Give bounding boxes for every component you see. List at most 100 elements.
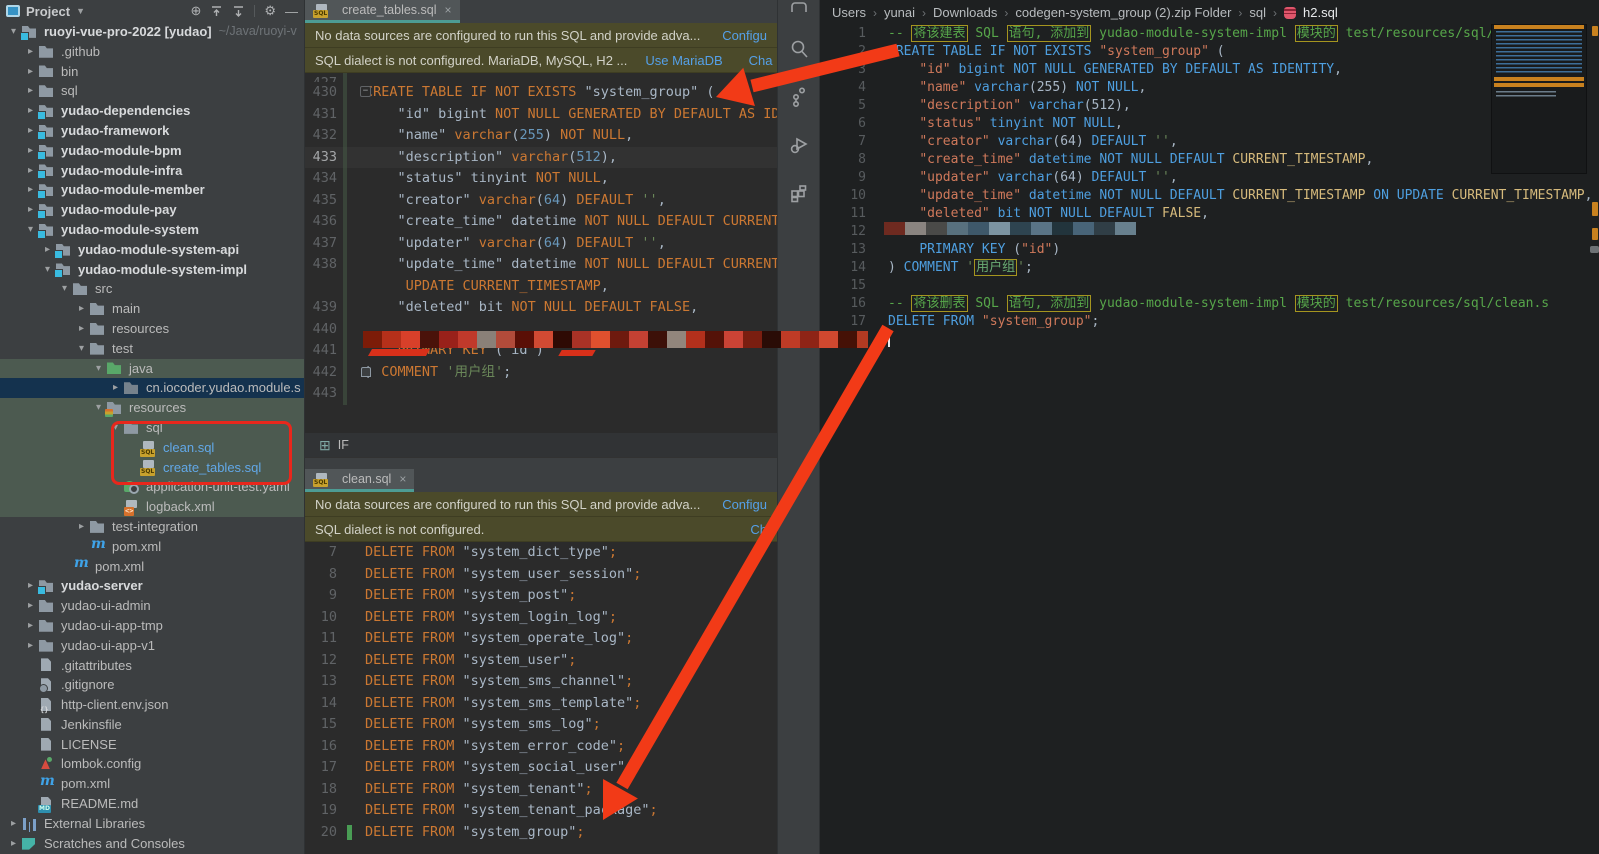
tree-item-yudao-module-system-impl[interactable]: ▾yudao-module-system-impl [0,260,304,280]
chevron-right-icon[interactable]: ▸ [23,121,38,141]
tree-item-test-integration[interactable]: ▸test-integration [0,517,304,537]
tree-item-yudao-module-pay[interactable]: ▸yudao-module-pay [0,200,304,220]
tree-item-yudao-framework[interactable]: ▸yudao-framework [0,121,304,141]
chevron-right-icon[interactable]: ▸ [40,240,55,260]
tree-item-test[interactable]: ▾test [0,339,304,359]
tree-item-external-libraries[interactable]: ▸External Libraries [0,814,304,834]
chevron-right-icon[interactable]: ▸ [23,141,38,161]
tab-create-tables-sql[interactable]: create_tables.sql × [305,0,460,23]
chevron-right-icon[interactable]: ▸ [23,161,38,181]
chevron-right-icon[interactable]: ▸ [108,378,123,398]
chevron-right-icon[interactable]: ▸ [23,81,38,101]
banner-link[interactable]: Cha [749,53,773,68]
expand-all-icon[interactable] [210,5,223,18]
chevron-down-icon[interactable]: ▼ [76,6,85,16]
tool-window-icon-partial[interactable] [788,2,810,12]
chevron-right-icon[interactable]: ▸ [74,319,89,339]
chevron-down-icon[interactable]: ▾ [57,279,72,299]
tree-item-yudao-dependencies[interactable]: ▸yudao-dependencies [0,101,304,121]
chevron-right-icon[interactable]: ▸ [23,616,38,636]
tree-item-yudao-module-system[interactable]: ▾yudao-module-system [0,220,304,240]
window-layout-icon[interactable] [788,182,810,204]
tree-item-yudao-ui-admin[interactable]: ▸yudao-ui-admin [0,596,304,616]
tree-item-ruoyi-vue-pro-2022-yudao[interactable]: ▾ruoyi-vue-pro-2022 [yudao]~/Java/ruoyi-… [0,22,304,42]
chevron-down-icon[interactable]: ▾ [108,418,123,438]
chevron-down-icon[interactable]: ▾ [40,260,55,280]
editor-split-divider[interactable] [305,457,777,469]
tab-clean-sql[interactable]: clean.sql × [305,469,414,492]
tree-item-cn-iocoder-yudao-module-s[interactable]: ▸cn.iocoder.yudao.module.s [0,378,304,398]
banner-link[interactable]: Configu [722,28,767,43]
scrollbar-thumb[interactable] [1590,246,1599,253]
tree-item-gitignore[interactable]: .gitignore [0,675,304,695]
tree-item-pom-xml[interactable]: pom.xml [0,774,304,794]
chevron-down-icon[interactable]: ▾ [23,220,38,240]
chevron-down-icon[interactable]: ▾ [74,339,89,359]
tree-item-http-client-env-json[interactable]: http-client.env.json [0,695,304,715]
breadcrumb-element[interactable]: IF [338,438,349,452]
tree-item-pom-xml[interactable]: pom.xml [0,537,304,557]
breadcrumb-item[interactable]: Users [832,5,866,20]
tree-item-pom-xml[interactable]: pom.xml [0,557,304,577]
chevron-right-icon[interactable]: ▸ [23,62,38,82]
tree-item-scratches-and-consoles[interactable]: ▸Scratches and Consoles [0,834,304,854]
tree-item-logback-xml[interactable]: logback.xml [0,497,304,517]
editor-create-tables-sql[interactable]: 427430−CREATE TABLE IF NOT EXISTS "syste… [305,73,777,433]
banner-link[interactable]: Ch [750,522,767,537]
tree-item-java[interactable]: ▾java [0,359,304,379]
breadcrumb-item[interactable]: Downloads [933,5,997,20]
tree-item-readme-md[interactable]: README.md [0,794,304,814]
minimap[interactable] [1491,24,1587,174]
chevron-down-icon[interactable]: ▾ [6,22,21,42]
search-icon[interactable] [788,38,810,60]
tree-item-gitattributes[interactable]: .gitattributes [0,656,304,676]
settings-gear-icon[interactable]: ⚙ [264,3,276,19]
tree-item-jenkinsfile[interactable]: Jenkinsfile [0,715,304,735]
tree-item-clean-sql[interactable]: clean.sql [0,438,304,458]
locate-icon[interactable]: ⊕ [190,3,201,19]
chevron-right-icon[interactable]: ▸ [23,42,38,62]
tree-item-yudao-ui-app-v1[interactable]: ▸yudao-ui-app-v1 [0,636,304,656]
close-icon[interactable]: × [399,472,406,486]
tree-item-yudao-module-infra[interactable]: ▸yudao-module-infra [0,161,304,181]
chevron-down-icon[interactable]: ▾ [91,359,106,379]
tree-item-license[interactable]: LICENSE [0,735,304,755]
tree-item-lombok-config[interactable]: lombok.config [0,754,304,774]
editor-h2-sql[interactable]: 1-- 将该建表 SQL 语句, 添加到 yudao-module-system… [820,25,1599,349]
tree-item-resources[interactable]: ▸resources [0,319,304,339]
chevron-down-icon[interactable]: ▾ [91,398,106,418]
breadcrumb-item[interactable]: yunai [884,5,915,20]
tree-item-sql[interactable]: ▸sql [0,81,304,101]
tree-item-yudao-module-bpm[interactable]: ▸yudao-module-bpm [0,141,304,161]
tree-item-main[interactable]: ▸main [0,299,304,319]
chevron-right-icon[interactable]: ▸ [74,517,89,537]
tree-item-resources[interactable]: ▾resources [0,398,304,418]
tree-item-yudao-ui-app-tmp[interactable]: ▸yudao-ui-app-tmp [0,616,304,636]
breadcrumb-item[interactable]: sql [1249,5,1266,20]
structure-icon[interactable] [788,86,810,108]
editor-clean-sql[interactable]: 7DELETE FROM "system_dict_type";8DELETE … [305,542,777,854]
services-icon[interactable] [788,134,810,156]
chevron-right-icon[interactable]: ▸ [23,101,38,121]
chevron-right-icon[interactable]: ▸ [23,180,38,200]
chevron-right-icon[interactable]: ▸ [23,576,38,596]
chevron-right-icon[interactable]: ▸ [23,596,38,616]
close-icon[interactable]: × [445,3,452,17]
banner-link[interactable]: Configu [722,497,767,512]
tree-item-yudao-server[interactable]: ▸yudao-server [0,576,304,596]
chevron-right-icon[interactable]: ▸ [6,814,21,834]
tree-item-application-unit-test-yaml[interactable]: application-unit-test.yaml [0,477,304,497]
chevron-right-icon[interactable]: ▸ [23,200,38,220]
error-stripe[interactable] [1590,0,1599,854]
chevron-right-icon[interactable]: ▸ [23,636,38,656]
breadcrumb-item[interactable]: codegen-system_group (2).zip Folder [1015,5,1231,20]
tree-item-src[interactable]: ▾src [0,279,304,299]
breadcrumb-item[interactable]: h2.sql [1303,5,1338,20]
tree-item-sql[interactable]: ▾sql [0,418,304,438]
tree-item-github[interactable]: ▸.github [0,42,304,62]
collapse-all-icon[interactable] [232,5,245,18]
tree-item-create-tables-sql[interactable]: create_tables.sql [0,458,304,478]
tree-item-yudao-module-member[interactable]: ▸yudao-module-member [0,180,304,200]
banner-link[interactable]: Use MariaDB [645,53,722,68]
chevron-right-icon[interactable]: ▸ [74,299,89,319]
